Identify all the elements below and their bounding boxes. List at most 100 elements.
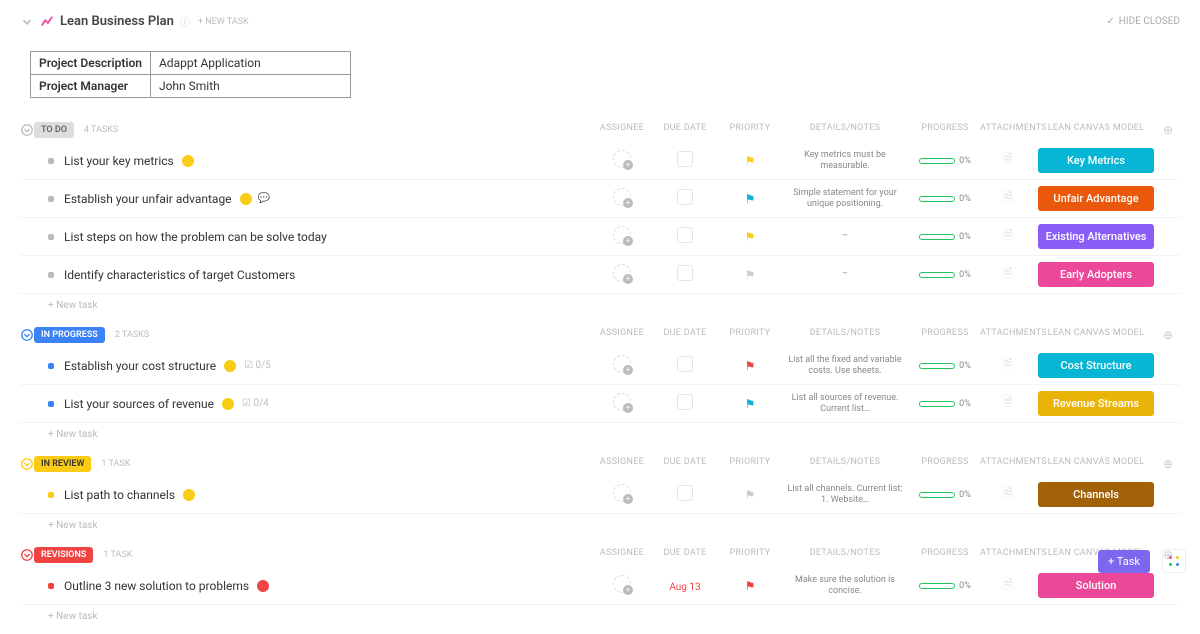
- status-dot-icon[interactable]: [48, 492, 54, 498]
- col-notes[interactable]: DETAILS/NOTES: [780, 548, 910, 562]
- col-lean-canvas[interactable]: LEAN CANVAS MODEL: [1036, 328, 1156, 342]
- lean-canvas-tag[interactable]: Solution: [1038, 573, 1154, 598]
- col-attachments[interactable]: ATTACHMENTS: [980, 123, 1036, 137]
- lean-canvas-tag[interactable]: Channels: [1038, 482, 1154, 507]
- flag-icon[interactable]: ⚑: [745, 154, 756, 168]
- new-task-row[interactable]: + New task: [20, 294, 1180, 313]
- subtask-count[interactable]: ☑ 0/4: [242, 398, 269, 409]
- attachment-icon[interactable]: 🗎: [1003, 266, 1013, 280]
- col-duedate[interactable]: DUE DATE: [650, 123, 720, 137]
- flag-icon[interactable]: ⚑: [745, 230, 756, 244]
- task-title[interactable]: Establish your cost structure: [64, 359, 216, 373]
- task-title[interactable]: List your sources of revenue: [64, 397, 214, 411]
- status-pill[interactable]: REVISIONS: [34, 547, 93, 563]
- status-pill[interactable]: IN REVIEW: [34, 456, 91, 472]
- task-notes[interactable]: Simple statement for your unique positio…: [780, 188, 910, 210]
- progress-bar[interactable]: 0%: [910, 270, 980, 280]
- desc-value[interactable]: Adappt Application: [150, 52, 350, 75]
- col-attachments[interactable]: ATTACHMENTS: [980, 548, 1036, 562]
- section-toggle-icon[interactable]: [20, 328, 34, 343]
- col-notes[interactable]: DETAILS/NOTES: [780, 457, 910, 471]
- due-date-placeholder[interactable]: [677, 189, 693, 205]
- flag-icon[interactable]: ⚑: [745, 397, 756, 411]
- priority-chip-icon[interactable]: [257, 580, 269, 592]
- col-assignee[interactable]: ASSIGNEE: [594, 123, 650, 137]
- attachment-icon[interactable]: 🗎: [1003, 577, 1013, 591]
- task-notes[interactable]: Make sure the solution is concise.: [780, 575, 910, 597]
- new-task-row[interactable]: + New task: [20, 514, 1180, 533]
- flag-icon[interactable]: ⚑: [745, 268, 756, 282]
- task-title[interactable]: Establish your unfair advantage: [64, 192, 232, 206]
- status-dot-icon[interactable]: [48, 401, 54, 407]
- col-lean-canvas[interactable]: LEAN CANVAS MODEL: [1036, 123, 1156, 137]
- col-duedate[interactable]: DUE DATE: [650, 328, 720, 342]
- task-row[interactable]: List your key metrics ⚑ Key metrics must…: [20, 142, 1180, 180]
- lean-canvas-tag[interactable]: Key Metrics: [1038, 148, 1154, 173]
- lean-canvas-tag[interactable]: Cost Structure: [1038, 353, 1154, 378]
- progress-bar[interactable]: 0%: [910, 232, 980, 242]
- assignee-placeholder[interactable]: [613, 575, 631, 593]
- add-column-button[interactable]: ⊕: [1156, 328, 1180, 342]
- col-lean-canvas[interactable]: LEAN CANVAS MODEL: [1036, 457, 1156, 471]
- new-task-header-button[interactable]: + NEW TASK: [198, 17, 249, 27]
- col-progress[interactable]: PROGRESS: [910, 457, 980, 471]
- due-date-placeholder[interactable]: [677, 394, 693, 410]
- col-attachments[interactable]: ATTACHMENTS: [980, 457, 1036, 471]
- status-dot-icon[interactable]: [48, 158, 54, 164]
- col-attachments[interactable]: ATTACHMENTS: [980, 328, 1036, 342]
- flag-icon[interactable]: ⚑: [745, 579, 756, 593]
- col-duedate[interactable]: DUE DATE: [650, 457, 720, 471]
- col-assignee[interactable]: ASSIGNEE: [594, 548, 650, 562]
- task-row[interactable]: Identify characteristics of target Custo…: [20, 256, 1180, 294]
- task-row[interactable]: Establish your cost structure ☑ 0/5 ⚑ Li…: [20, 347, 1180, 385]
- due-date-placeholder[interactable]: [677, 485, 693, 501]
- task-title[interactable]: List path to channels: [64, 488, 175, 502]
- section-toggle-icon[interactable]: [20, 548, 34, 563]
- attachment-icon[interactable]: 🗎: [1003, 152, 1013, 166]
- col-priority[interactable]: PRIORITY: [720, 548, 780, 562]
- task-row[interactable]: List your sources of revenue ☑ 0/4 ⚑ Lis…: [20, 385, 1180, 423]
- due-date-placeholder[interactable]: [677, 227, 693, 243]
- info-icon[interactable]: ⓘ: [180, 14, 190, 29]
- section-toggle-icon[interactable]: [20, 457, 34, 472]
- priority-chip-icon[interactable]: [183, 489, 195, 501]
- new-task-row[interactable]: + New task: [20, 423, 1180, 442]
- status-pill[interactable]: IN PROGRESS: [34, 327, 105, 343]
- col-progress[interactable]: PROGRESS: [910, 328, 980, 342]
- add-column-button[interactable]: ⊕: [1156, 457, 1180, 471]
- new-task-row[interactable]: + New task: [20, 605, 1180, 624]
- progress-bar[interactable]: 0%: [910, 490, 980, 500]
- assignee-placeholder[interactable]: [613, 264, 631, 282]
- col-progress[interactable]: PROGRESS: [910, 123, 980, 137]
- flag-icon[interactable]: ⚑: [745, 488, 756, 502]
- collapse-icon[interactable]: [20, 14, 34, 29]
- apps-button[interactable]: [1162, 549, 1186, 573]
- attachment-icon[interactable]: 🗎: [1003, 190, 1013, 204]
- task-title[interactable]: List steps on how the problem can be sol…: [64, 230, 327, 244]
- due-date-text[interactable]: Aug 13: [669, 582, 700, 593]
- col-progress[interactable]: PROGRESS: [910, 548, 980, 562]
- section-toggle-icon[interactable]: [20, 123, 34, 138]
- status-pill[interactable]: TO DO: [34, 122, 74, 138]
- col-notes[interactable]: DETAILS/NOTES: [780, 123, 910, 137]
- task-notes[interactable]: List all the fixed and variable costs. U…: [780, 355, 910, 377]
- task-notes[interactable]: List all channels. Current list: 1. Webs…: [780, 484, 910, 506]
- attachment-icon[interactable]: 🗎: [1003, 486, 1013, 500]
- status-dot-icon[interactable]: [48, 272, 54, 278]
- priority-chip-icon[interactable]: [182, 155, 194, 167]
- progress-bar[interactable]: 0%: [910, 581, 980, 591]
- task-row[interactable]: Outline 3 new solution to problems Aug 1…: [20, 567, 1180, 605]
- col-priority[interactable]: PRIORITY: [720, 123, 780, 137]
- task-notes[interactable]: List all sources of revenue. Current lis…: [780, 393, 910, 415]
- due-date-placeholder[interactable]: [677, 356, 693, 372]
- progress-bar[interactable]: 0%: [910, 194, 980, 204]
- lean-canvas-tag[interactable]: Unfair Advantage: [1038, 186, 1154, 211]
- new-task-fab[interactable]: + Task: [1098, 550, 1150, 573]
- task-row[interactable]: List steps on how the problem can be sol…: [20, 218, 1180, 256]
- task-title[interactable]: Outline 3 new solution to problems: [64, 579, 249, 593]
- col-duedate[interactable]: DUE DATE: [650, 548, 720, 562]
- col-assignee[interactable]: ASSIGNEE: [594, 457, 650, 471]
- col-priority[interactable]: PRIORITY: [720, 457, 780, 471]
- assignee-placeholder[interactable]: [613, 393, 631, 411]
- flag-icon[interactable]: ⚑: [745, 192, 756, 206]
